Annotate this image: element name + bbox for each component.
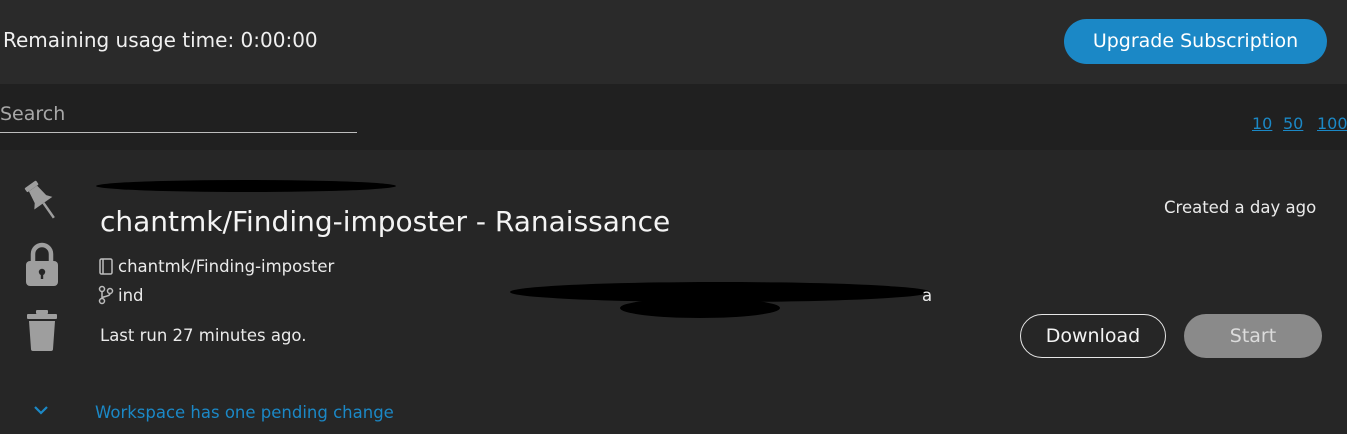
page-size-100-link[interactable]: 100 [1317,114,1347,133]
remaining-usage-time: Remaining usage time: 0:00:00 [3,28,318,52]
pin-icon[interactable] [22,176,64,226]
page-size-10-link[interactable]: 10 [1252,114,1272,133]
search-input[interactable] [0,96,357,133]
git-branch-icon [98,285,114,305]
repo-row: chantmk/Finding-imposter [98,257,334,276]
workspace-title[interactable]: chantmk/Finding-imposter - Ranaissance [100,205,670,238]
last-run-text: Last run 27 minutes ago. [100,326,307,345]
start-button[interactable]: Start [1184,314,1322,358]
trash-icon[interactable] [26,309,58,351]
page-size-50-link[interactable]: 50 [1283,114,1303,133]
chevron-down-icon[interactable] [33,405,49,417]
pending-change-link[interactable]: Workspace has one pending change [95,403,394,422]
commit-tail-text: a [922,286,933,305]
redacted-commit-tail [620,298,780,318]
branch-row: ind [98,285,144,305]
upgrade-subscription-button[interactable]: Upgrade Subscription [1064,19,1327,64]
book-icon [99,257,113,275]
download-button[interactable]: Download [1020,314,1166,358]
lock-icon[interactable] [24,242,60,288]
branch-name: ind [118,285,144,305]
created-time: Created a day ago [1164,198,1317,217]
redacted-id [96,180,396,192]
repo-name: chantmk/Finding-imposter [118,257,335,276]
